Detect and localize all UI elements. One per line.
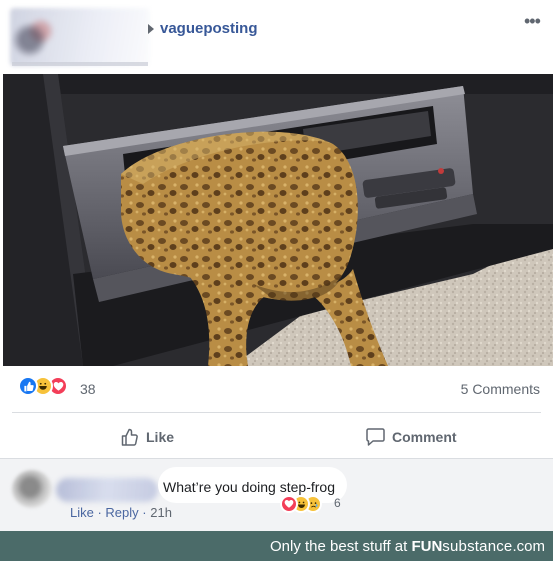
blurred-poster-avatar[interactable]	[10, 8, 150, 66]
reaction-count[interactable]: 38	[80, 381, 96, 397]
post-photo[interactable]	[3, 74, 553, 366]
post-header: vagueposting •••	[0, 0, 553, 74]
caret-right-icon	[148, 24, 154, 34]
group-name-link[interactable]: vagueposting	[160, 20, 258, 37]
watermark-brand-rest: substance	[442, 538, 513, 555]
post-card: vagueposting ••• 38 5 Comments Like Comm…	[0, 0, 553, 561]
comment-text: What’re you doing step-frog	[163, 479, 335, 495]
comment-reply-link[interactable]: Reply	[105, 505, 138, 520]
watermark-banner: Only the best stuff at FUNsubstance.com	[0, 531, 553, 561]
comment-button-label: Comment	[392, 429, 457, 445]
watermark-domain: .com	[512, 538, 545, 555]
meta-separator: ·	[138, 505, 151, 520]
blurred-commenter-avatar[interactable]	[12, 470, 52, 508]
like-reaction-icon	[18, 376, 38, 396]
speech-bubble-icon	[366, 428, 385, 446]
thumbs-up-icon	[121, 428, 138, 446]
divider	[12, 412, 541, 413]
watermark-text: Only the best stuff at FUNsubstance.com	[270, 538, 545, 555]
more-options-button[interactable]: •••	[524, 12, 541, 30]
comment-meta: Like · Reply · 21h	[70, 505, 172, 520]
meta-separator: ·	[93, 505, 106, 520]
blurred-commenter-name[interactable]	[56, 478, 158, 502]
watermark-prefix: Only the best stuff at	[270, 538, 412, 555]
watermark-brand-bold: FUN	[411, 538, 443, 555]
toad-in-vcr-image	[3, 74, 553, 366]
comment-timestamp[interactable]: 21h	[150, 505, 172, 520]
comment-reaction-count[interactable]: 6	[334, 496, 341, 510]
like-button-label: Like	[146, 429, 175, 445]
comments-count-link[interactable]: 5 Comments	[461, 381, 540, 397]
comment-button[interactable]: Comment	[365, 424, 457, 450]
comment-like-link[interactable]: Like	[70, 505, 94, 520]
love-reaction-icon	[280, 495, 298, 513]
like-button[interactable]: Like	[120, 424, 174, 450]
blurred-poster-name-underline	[12, 62, 148, 66]
